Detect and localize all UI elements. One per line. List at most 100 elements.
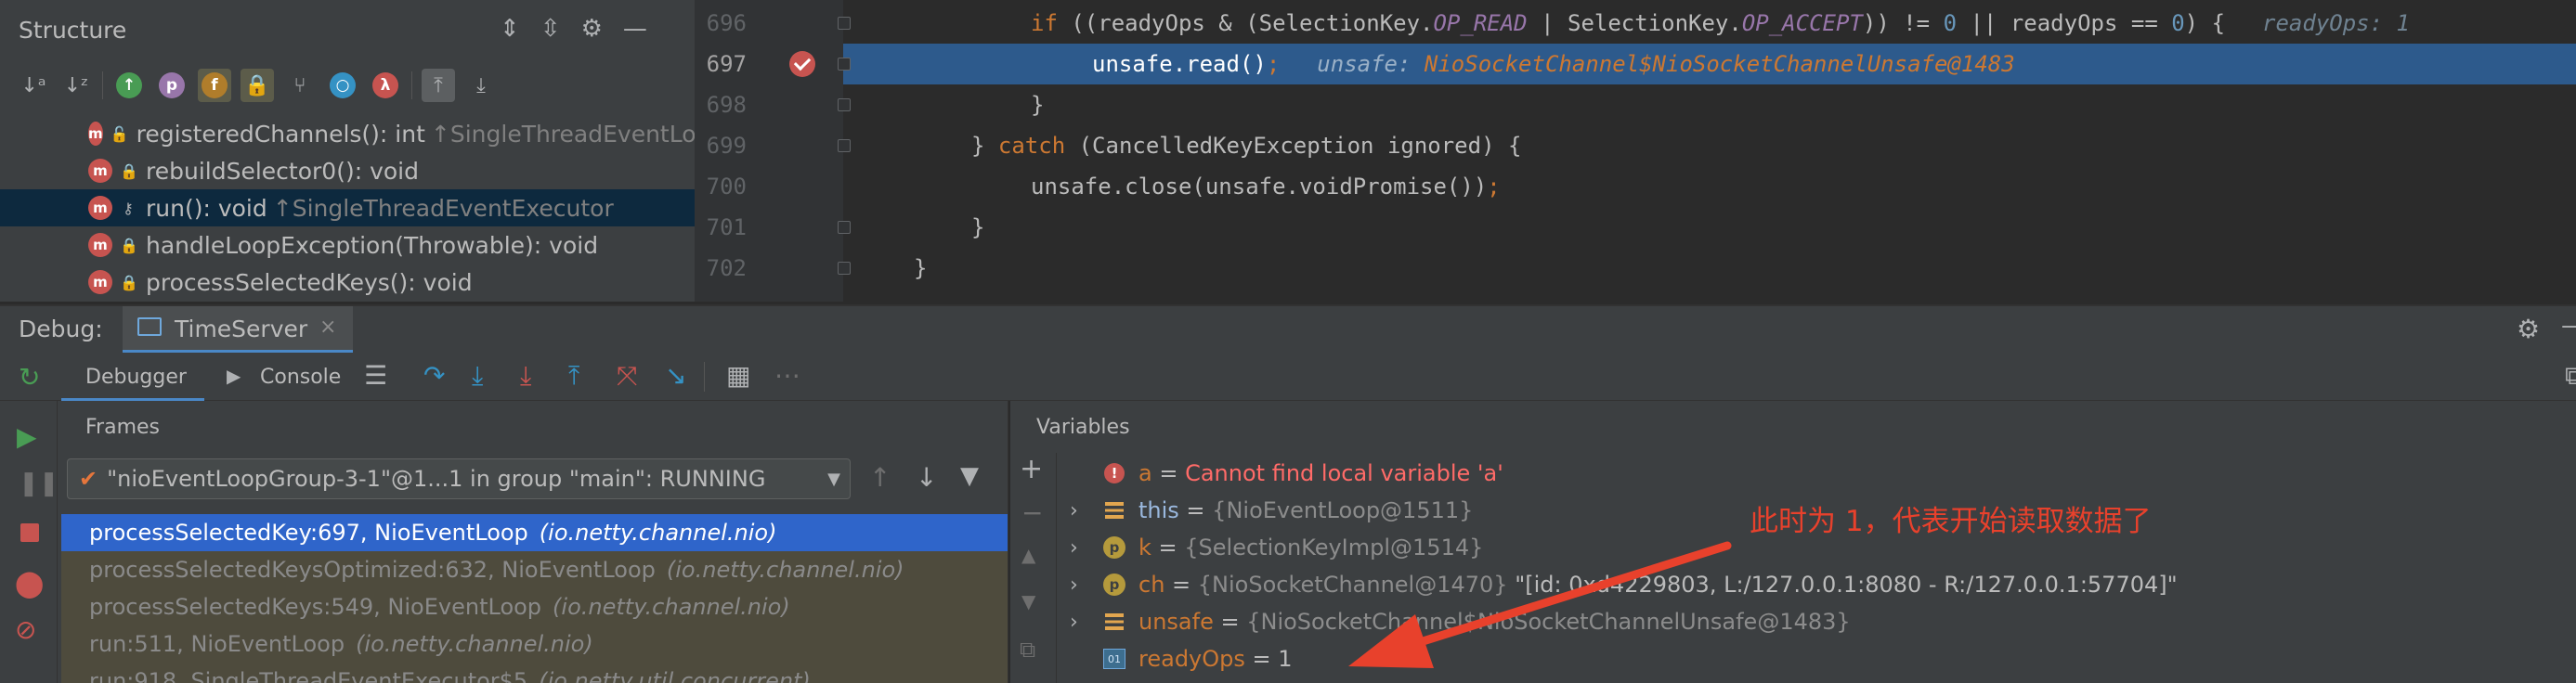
code-line[interactable]: 699 } catch (CancelledKeyException ignor… <box>695 125 2576 166</box>
toolbar-separator <box>102 71 103 99</box>
annotation-text: 此时为 1，代表开始读取数据了 <box>1750 505 2152 538</box>
rerun-icon[interactable]: ↻ <box>19 362 40 393</box>
autoscroll-to-source-icon[interactable]: ⤒ <box>422 69 455 102</box>
app-window-icon <box>137 317 162 336</box>
mute-breakpoints-icon[interactable]: ⊘ <box>15 614 36 645</box>
variable-row[interactable]: ! a = Cannot find local variable 'a' <box>1010 455 2576 492</box>
thread-selector[interactable]: ✔ "nioEventLoopGroup-3-1"@1...1 in group… <box>67 458 851 499</box>
code-line[interactable]: 696 if ((readyOps & (SelectionKey.OP_REA… <box>695 3 2576 44</box>
method-icon: m <box>88 233 112 257</box>
collapse-all-icon[interactable]: ⇳ <box>540 15 561 43</box>
force-step-into-icon[interactable]: ⤓ <box>520 360 531 392</box>
gear-icon[interactable]: ⚙ <box>2517 314 2540 344</box>
fold-marker-icon[interactable] <box>838 139 851 152</box>
arrow-down-icon[interactable]: ↓ <box>916 462 937 493</box>
code-line[interactable]: 698 } <box>695 84 2576 125</box>
code-editor[interactable]: 696 if ((readyOps & (SelectionKey.OP_REA… <box>695 0 2576 302</box>
fold-marker-icon[interactable] <box>838 262 851 275</box>
fold-marker-icon[interactable] <box>838 98 851 111</box>
code-line[interactable]: 700 unsafe.close(unsafe.voidPromise()); <box>695 166 2576 207</box>
code-line-current[interactable]: 697 unsafe.read(); unsafe: NioSocketChann… <box>695 44 2576 84</box>
fold-marker-icon[interactable] <box>838 17 851 30</box>
show-anonymous-icon[interactable]: ○ <box>326 69 359 102</box>
tab-debugger[interactable]: Debugger <box>61 353 204 401</box>
check-icon: ✔ <box>79 466 98 492</box>
run-to-cursor-icon[interactable]: ↘ <box>665 360 686 391</box>
pause-icon[interactable]: ❚❚ <box>19 470 59 497</box>
show-lambda-icon[interactable]: λ <box>369 69 402 102</box>
line-number: 701 <box>706 214 747 240</box>
variable-row[interactable]: › p ch = {NioSocketChannel@1470} "[id: 0… <box>1010 566 2576 603</box>
frame-item[interactable]: run:918, SingleThreadEventExecutor$5 (io.… <box>61 663 1008 683</box>
lock-icon: 🔒 <box>120 273 138 291</box>
variables-title: Variables <box>1036 416 1130 439</box>
fold-marker-icon[interactable] <box>838 58 851 71</box>
lock-icon: 🔒 <box>120 161 138 180</box>
line-number: 702 <box>706 255 747 281</box>
stop-icon[interactable] <box>20 523 39 542</box>
evaluate-expression-icon[interactable]: ▦ <box>726 360 750 391</box>
frames-panel: Frames ✔ "nioEventLoopGroup-3-1"@1...1 i… <box>58 401 1008 683</box>
trace-current-stream-icon[interactable]: ⋯ <box>774 360 800 391</box>
drop-frame-icon[interactable]: ⤧ <box>617 360 637 392</box>
chevron-right-icon[interactable]: › <box>1070 499 1078 522</box>
restore-layout-icon[interactable]: ⧉ <box>2565 360 2576 392</box>
minimize-icon[interactable]: — <box>623 15 647 43</box>
autoscroll-from-source-icon[interactable]: ⤓ <box>464 69 498 102</box>
arrow-up-icon[interactable]: ↑ <box>869 462 891 493</box>
line-number: 699 <box>706 133 747 159</box>
variable-row[interactable]: › unsafe = {NioSocketChannel$NioSocketCh… <box>1010 603 2576 640</box>
tab-console[interactable]: ▶ Console <box>223 353 362 401</box>
chevron-right-icon[interactable]: › <box>1070 573 1078 597</box>
annotation-arrow-icon <box>1348 541 1732 668</box>
resume-icon[interactable]: ▶ <box>17 421 37 452</box>
gear-icon[interactable]: ⚙ <box>581 15 603 43</box>
show-lambdas-icon[interactable]: ⑂ <box>283 69 317 102</box>
primitive-icon: 01 <box>1103 648 1125 670</box>
show-properties-icon[interactable]: p <box>155 69 189 102</box>
code-line[interactable]: 701 } <box>695 207 2576 248</box>
chevron-right-icon[interactable]: › <box>1070 611 1078 634</box>
method-icon: m <box>88 159 112 183</box>
structure-item[interactable]: m 🔓 registeredChannels(): int ↑SingleThr… <box>0 115 695 152</box>
step-over-icon[interactable]: ↷ <box>423 360 445 391</box>
view-breakpoints-icon[interactable]: ⬤ <box>15 568 44 599</box>
breakpoint-icon[interactable] <box>789 51 815 77</box>
chevron-right-icon[interactable]: › <box>1070 536 1078 560</box>
sort-visibility-icon[interactable]: ↓ᶻ <box>59 69 93 102</box>
structure-item[interactable]: m 🔒 handleLoopException(Throwable): void <box>0 226 695 264</box>
sort-alpha-icon[interactable]: ↓ᵃ <box>17 69 50 102</box>
structure-toolbar: ↓ᵃ ↓ᶻ ↑ p f 🔒 ⑂ ○ λ ⤒ ⤓ <box>17 67 498 104</box>
method-icon: m <box>88 196 112 220</box>
close-tab-icon[interactable]: × <box>319 316 336 339</box>
show-inherited-icon[interactable]: ↑ <box>112 69 146 102</box>
minimize-icon[interactable]: — <box>2561 312 2576 340</box>
filter-icon[interactable]: ▼ <box>960 462 979 490</box>
structure-item[interactable]: m 🔒 rebuildSelector0(): void <box>0 152 695 189</box>
step-into-icon[interactable]: ⤓ <box>472 360 483 392</box>
session-tab-timeserver[interactable]: TimeServer × <box>123 306 353 353</box>
frame-item[interactable]: run:511, NioEventLoop (io.netty.channel.n… <box>61 625 1008 663</box>
structure-item[interactable]: m 🔒 processSelectedKeys(): void <box>0 264 695 301</box>
layout-menu-icon[interactable]: ☰ <box>364 360 387 391</box>
structure-item-selected[interactable]: m ⚷ run(): void ↑SingleThreadEventExecut… <box>0 189 695 226</box>
frames-title: Frames <box>85 416 161 439</box>
code-line[interactable]: 702 } <box>695 248 2576 289</box>
show-fields-icon[interactable]: f <box>198 69 231 102</box>
frame-item-selected[interactable]: processSelectedKey:697, NioEventLoop (io.… <box>61 514 1008 551</box>
field-icon <box>1103 499 1125 522</box>
field-icon <box>1103 611 1125 633</box>
frame-item[interactable]: processSelectedKeys:549, NioEventLoop (io… <box>61 588 1008 625</box>
key-icon: ⚷ <box>123 199 134 217</box>
toolbar-separator <box>704 362 705 392</box>
debug-tool-window-header: Debug: TimeServer × ⚙ — <box>0 304 2576 353</box>
step-out-icon[interactable]: ⤒ <box>568 360 579 392</box>
expand-all-icon[interactable]: ⇕ <box>500 15 520 43</box>
show-non-public-icon[interactable]: 🔒 <box>241 69 274 102</box>
variable-row[interactable]: 01 readyOps = 1 <box>1010 640 2576 677</box>
debug-side-toolbar: ▶ ❚❚ ⬤ ⊘ <box>0 401 59 683</box>
variables-panel: Variables + − ▲ ▼ ⧉ ! a = Cannot find lo… <box>1010 401 2576 683</box>
frame-item[interactable]: processSelectedKeysOptimized:632, NioEve… <box>61 551 1008 588</box>
line-number: 700 <box>706 174 747 200</box>
fold-marker-icon[interactable] <box>838 221 851 234</box>
